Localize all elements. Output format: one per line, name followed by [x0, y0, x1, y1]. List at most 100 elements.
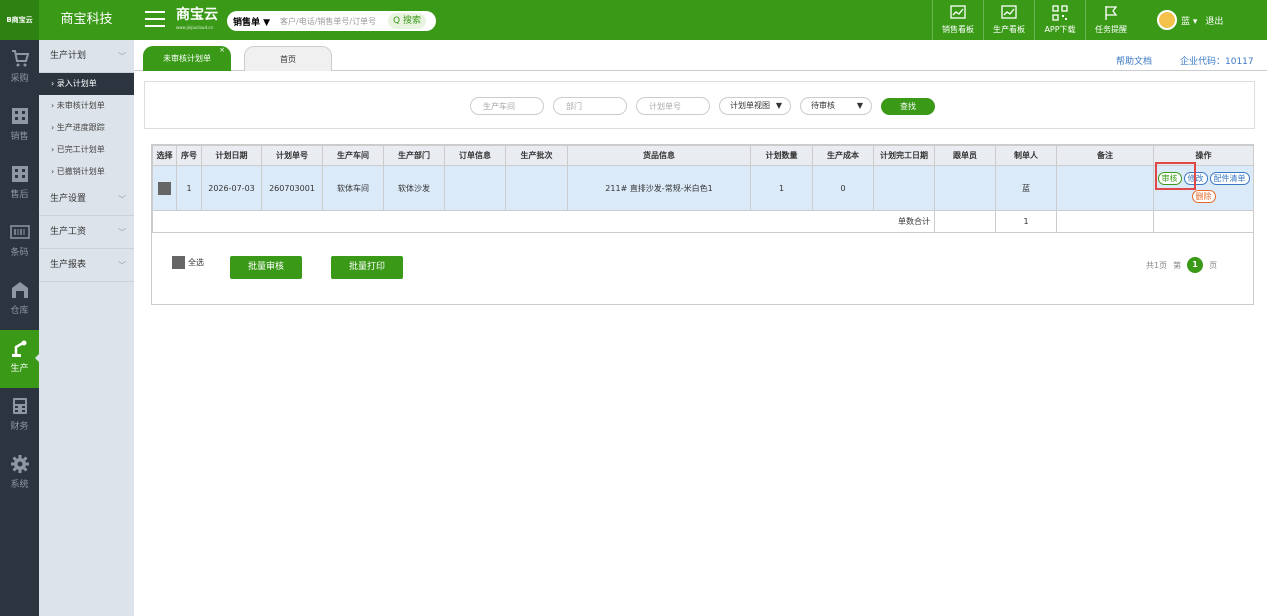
sidebar-item-unaudited-plan[interactable]: › 未审核计划单 [39, 95, 134, 117]
column-header: 序号 [176, 145, 202, 166]
logout-link[interactable]: 退出 [1205, 14, 1223, 27]
page-prefix: 第 [1173, 260, 1182, 270]
close-icon[interactable]: × [219, 38, 225, 63]
search-input[interactable] [280, 16, 388, 26]
cart-icon [11, 50, 29, 67]
help-doc-link[interactable]: 帮助文档 [1116, 54, 1152, 67]
nav-item-barcode[interactable]: 条码 [0, 214, 39, 272]
column-header: 操作 [1153, 145, 1254, 166]
column-header: 备注 [1056, 145, 1154, 166]
column-header: 生产车间 [322, 145, 384, 166]
top-bar: B商宝云 商宝科技 商宝云 www.jiejiucloud.cn 销售单 ▼ Q… [0, 0, 1267, 40]
cell-creator: 蓝 [995, 165, 1057, 211]
sales-board-label: 销售看板 [942, 25, 974, 34]
cell-qty: 1 [750, 165, 813, 211]
nav-label: 售后 [10, 190, 29, 200]
calculator-icon [12, 398, 27, 414]
corp-code: 企业代码：10117 [1180, 57, 1254, 67]
sub-nav: 生产计划 ﹀ › 录入计划单 › 未审核计划单 › 生产进度跟踪 › 已完工计划单… [39, 40, 134, 616]
user-name[interactable]: 蓝 ▾ [1181, 14, 1197, 27]
view-select[interactable]: 计划单视图 ▼ [719, 97, 791, 115]
cell-operations: 审核 修改 配件清单删除 [1153, 165, 1254, 211]
cell-workshop: 软体车间 [322, 165, 384, 211]
task-reminder-label: 任务提醒 [1095, 25, 1127, 34]
sidebar-item-completed-plan[interactable]: › 已完工计划单 [39, 139, 134, 161]
sales-board-button[interactable]: 销售看板 [932, 0, 983, 40]
production-board-label: 生产看板 [993, 25, 1025, 34]
row-checkbox[interactable] [158, 181, 171, 195]
select-all[interactable]: 全选 [172, 256, 204, 269]
department-input[interactable] [553, 97, 627, 115]
select-all-checkbox[interactable] [172, 256, 185, 269]
chevron-down-icon: ﹀ [118, 195, 126, 204]
audit-button[interactable]: 审核 [1157, 172, 1182, 185]
nav-item-purchase[interactable]: 采购 [0, 40, 39, 98]
edit-button[interactable]: 修改 [1183, 172, 1208, 185]
nav-item-sales[interactable]: 销售 [0, 98, 39, 156]
hamburger-menu-icon[interactable] [145, 11, 165, 27]
nav-label: 系统 [10, 480, 29, 490]
chevron-down-icon: ﹀ [118, 261, 126, 270]
search-type-select[interactable]: 销售单 ▼ [227, 15, 280, 28]
cell-batch [505, 165, 568, 211]
main-nav: 采购 销售 售后 条码 仓库 生产 财务 系统 [0, 40, 39, 616]
find-button[interactable]: 查找 [881, 98, 935, 115]
nav-group-production-settings[interactable]: 生产设置 ﹀ [39, 183, 134, 216]
nav-label: 销售 [10, 132, 29, 142]
tab-unaudited-plan[interactable]: 未审核计划单 × [143, 46, 231, 71]
cell-plan-no: 260703001 [261, 165, 323, 211]
nav-item-aftersales[interactable]: 售后 [0, 156, 39, 214]
nav-label: 仓库 [10, 306, 29, 316]
sidebar-item-enter-plan[interactable]: › 录入计划单 [39, 73, 134, 95]
cell-date: 2026-07-03 [201, 165, 262, 211]
tab-home[interactable]: 首页 [244, 46, 332, 71]
nav-item-production[interactable]: 生产 [0, 330, 39, 388]
sum-empty [1153, 210, 1254, 233]
cell-seq: 1 [176, 165, 202, 211]
column-header: 生产批次 [505, 145, 568, 166]
cell-dept: 软体沙发 [383, 165, 445, 211]
sum-value: 1 [995, 210, 1057, 233]
chevron-down-icon: ﹀ [118, 228, 126, 237]
page-total: 共1页 [1146, 260, 1168, 270]
batch-audit-button[interactable]: 批量审核 [230, 256, 302, 279]
batch-print-button[interactable]: 批量打印 [331, 256, 403, 279]
sidebar-item-cancelled-plan[interactable]: › 已撤销计划单 [39, 161, 134, 183]
global-search: 销售单 ▼ Q 搜索 [227, 11, 436, 31]
chart-icon [950, 5, 966, 19]
nav-item-warehouse[interactable]: 仓库 [0, 272, 39, 330]
nav-group-production-wages[interactable]: 生产工资 ﹀ [39, 216, 134, 249]
column-header: 计划单号 [261, 145, 323, 166]
workshop-input[interactable] [470, 97, 544, 115]
table-row[interactable]: 1 2026-07-03 260703001 软体车间 软体沙发 211# 直排… [152, 165, 1254, 211]
task-reminder-button[interactable]: 任务提醒 [1085, 0, 1136, 40]
column-header: 计划完工日期 [873, 145, 935, 166]
cell-goods: 211# 直排沙发-常规-米白色1 [567, 165, 751, 211]
dropdown-arrow-icon: ▼ [775, 101, 782, 110]
production-board-button[interactable]: 生产看板 [983, 0, 1034, 40]
search-button[interactable]: Q 搜索 [388, 13, 426, 29]
parts-list-button[interactable]: 配件清单 [1209, 172, 1250, 185]
nav-group-production-plan[interactable]: 生产计划 ﹀ [39, 40, 134, 73]
nav-item-system[interactable]: 系统 [0, 446, 39, 504]
flag-icon [1105, 6, 1118, 20]
sidebar-item-progress-tracking[interactable]: › 生产进度跟踪 [39, 117, 134, 139]
plan-number-input[interactable] [636, 97, 710, 115]
delete-button[interactable]: 删除 [1191, 190, 1216, 203]
page-suffix: 页 [1209, 260, 1218, 270]
page-current[interactable]: 1 [1187, 257, 1204, 273]
cell-order-info [444, 165, 506, 211]
nav-item-finance[interactable]: 财务 [0, 388, 39, 446]
cell-cost: 0 [812, 165, 874, 211]
app-download-label: APP下载 [1044, 25, 1076, 34]
warehouse-icon [11, 282, 28, 298]
user-menu[interactable]: 蓝 ▾ 退出 [1157, 9, 1223, 31]
gear-icon [10, 455, 29, 473]
app-download-button[interactable]: APP下载 [1034, 0, 1085, 40]
status-select[interactable]: 待审核 ▼ [800, 97, 872, 115]
brand-url: www.jiejiucloud.cn [176, 25, 213, 30]
sum-empty [934, 210, 996, 233]
barcode-icon [9, 225, 30, 239]
table-header-row: 选择 序号 计划日期 计划单号 生产车间 生产部门 订单信息 生产批次 货品信息… [152, 145, 1254, 166]
nav-group-production-reports[interactable]: 生产报表 ﹀ [39, 249, 134, 282]
